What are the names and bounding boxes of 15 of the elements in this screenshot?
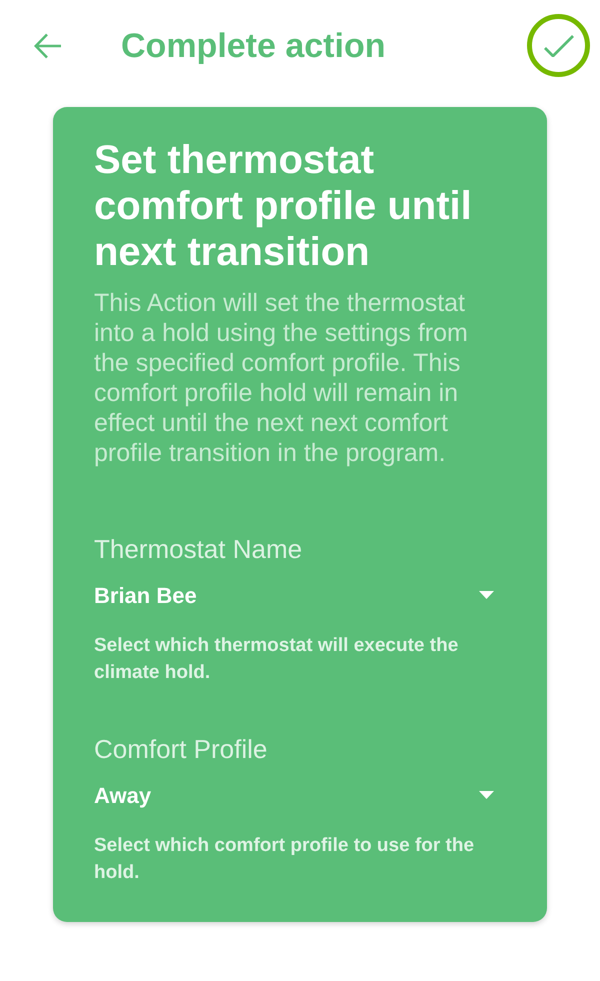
back-arrow-icon [34,32,60,58]
confirm-button[interactable] [527,14,590,77]
field-help-text: Select which comfort profile to use for the hold. [94,834,476,885]
page-title: Complete action [121,26,386,66]
check-icon [544,34,574,56]
field-label: Thermostat Name [94,534,304,564]
caret-icon [479,591,494,599]
field-help-text: Select which thermostat will execute the climate hold. [94,634,460,685]
caret-icon [479,791,494,799]
field-label: Comfort Profile [94,734,268,764]
back-button[interactable] [33,32,61,60]
action-title: Set thermostat comfort profile until next transition [94,137,473,275]
dropdown[interactable]: Away [94,780,506,810]
dropdown[interactable]: Brian Bee [94,580,506,610]
action-description: This Action will set the thermostat into a hold using the settings from the specified comfort profile. This comfort profile hold will remain in effect until the next next comfort profile transition in the program. [94,288,469,468]
